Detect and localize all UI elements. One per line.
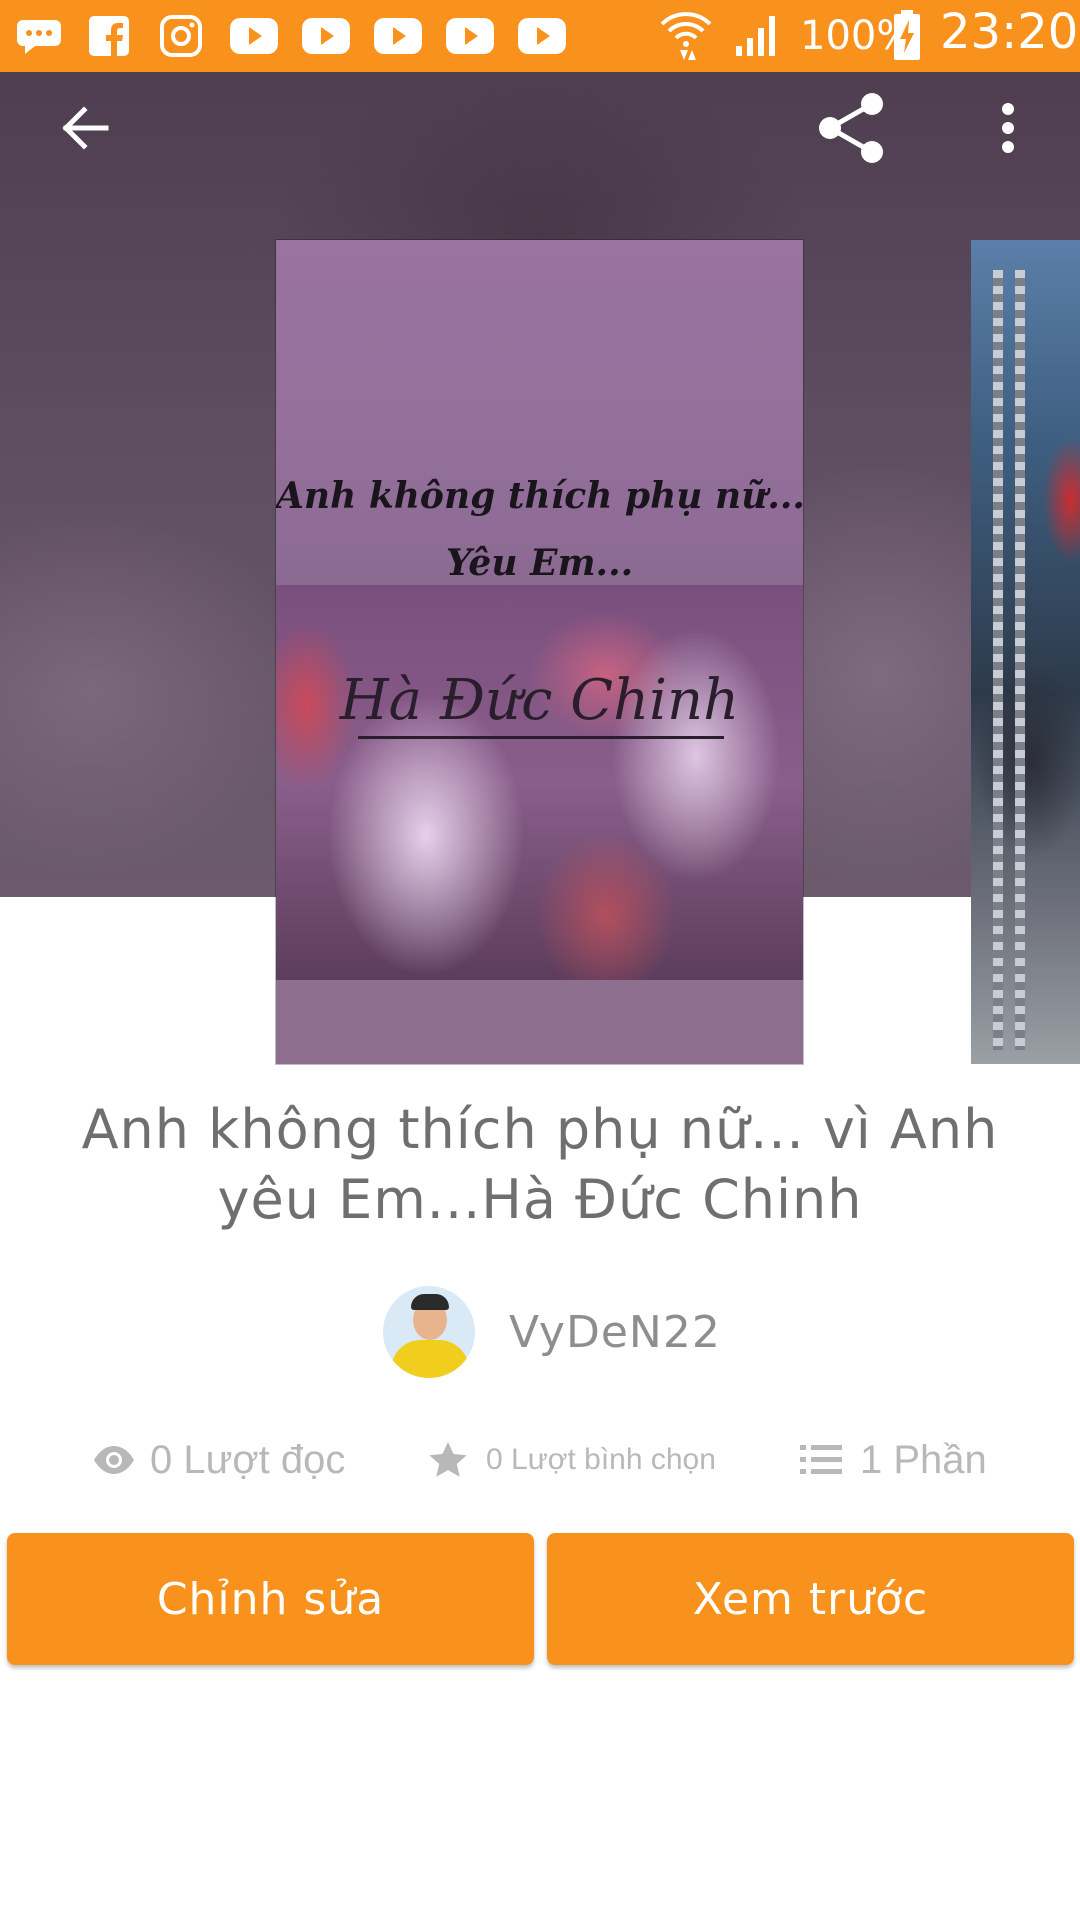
author-row[interactable]: VyDeN22 <box>383 1286 721 1378</box>
eye-icon <box>94 1446 134 1474</box>
cover-text-line-1: Anh không thích phụ nữ... vì Anh <box>276 475 803 517</box>
stage-truss <box>993 270 1003 1050</box>
avatar[interactable] <box>383 1286 475 1378</box>
facebook-icon <box>86 14 132 58</box>
cover-bottom-band <box>276 980 803 1064</box>
wifi-icon <box>660 8 712 64</box>
cover-signature-underline <box>358 736 724 739</box>
status-bar: 100% 23:20 <box>0 0 1080 72</box>
youtube-icon <box>228 14 280 58</box>
author-name[interactable]: VyDeN22 <box>509 1307 721 1358</box>
clock: 23:20 <box>940 4 1079 60</box>
story-title: Anh không thích phụ nữ... vì Anh yêu Em.… <box>81 1098 999 1231</box>
youtube-icon <box>516 14 568 58</box>
back-button[interactable] <box>36 72 132 184</box>
chat-icon <box>14 14 64 58</box>
cover-text-line-2: Yêu Em... <box>445 542 634 584</box>
battery-charging-icon <box>892 10 922 62</box>
share-button[interactable] <box>804 72 900 184</box>
instagram-icon <box>158 14 204 58</box>
list-icon <box>800 1445 842 1474</box>
more-options-button[interactable] <box>960 72 1056 184</box>
story-cover[interactable]: Anh không thích phụ nữ... vì Anh Yêu Em.… <box>276 240 803 1064</box>
youtube-icon <box>372 14 424 58</box>
next-story-cover[interactable] <box>971 240 1080 1064</box>
votes-stat: 0 Lượt bình chọn <box>428 1430 716 1490</box>
edit-button[interactable]: Chỉnh sửa <box>7 1533 534 1665</box>
cover-signature: Hà Đức Chinh <box>339 668 740 733</box>
star-icon <box>429 1442 467 1477</box>
reads-count: 0 Lượt đọc <box>150 1437 346 1482</box>
reads-stat: 0 Lượt đọc <box>92 1430 345 1490</box>
preview-button[interactable]: Xem trước <box>547 1533 1074 1665</box>
share-icon <box>819 93 883 163</box>
parts-count: 1 Phần <box>860 1437 987 1482</box>
parts-stat: 1 Phần <box>800 1430 987 1490</box>
stage-truss <box>1015 270 1025 1050</box>
signal-icon <box>734 14 782 58</box>
youtube-icon <box>444 14 496 58</box>
cover-top-band <box>276 240 803 585</box>
arrow-left-icon <box>62 106 109 150</box>
youtube-icon <box>300 14 352 58</box>
more-vertical-icon <box>1002 103 1014 153</box>
cover-photo <box>276 585 803 980</box>
story-stats: 0 Lượt đọc 0 Lượt bình chọn 1 Phần <box>0 1430 1080 1490</box>
votes-count: 0 Lượt bình chọn <box>486 1443 716 1476</box>
